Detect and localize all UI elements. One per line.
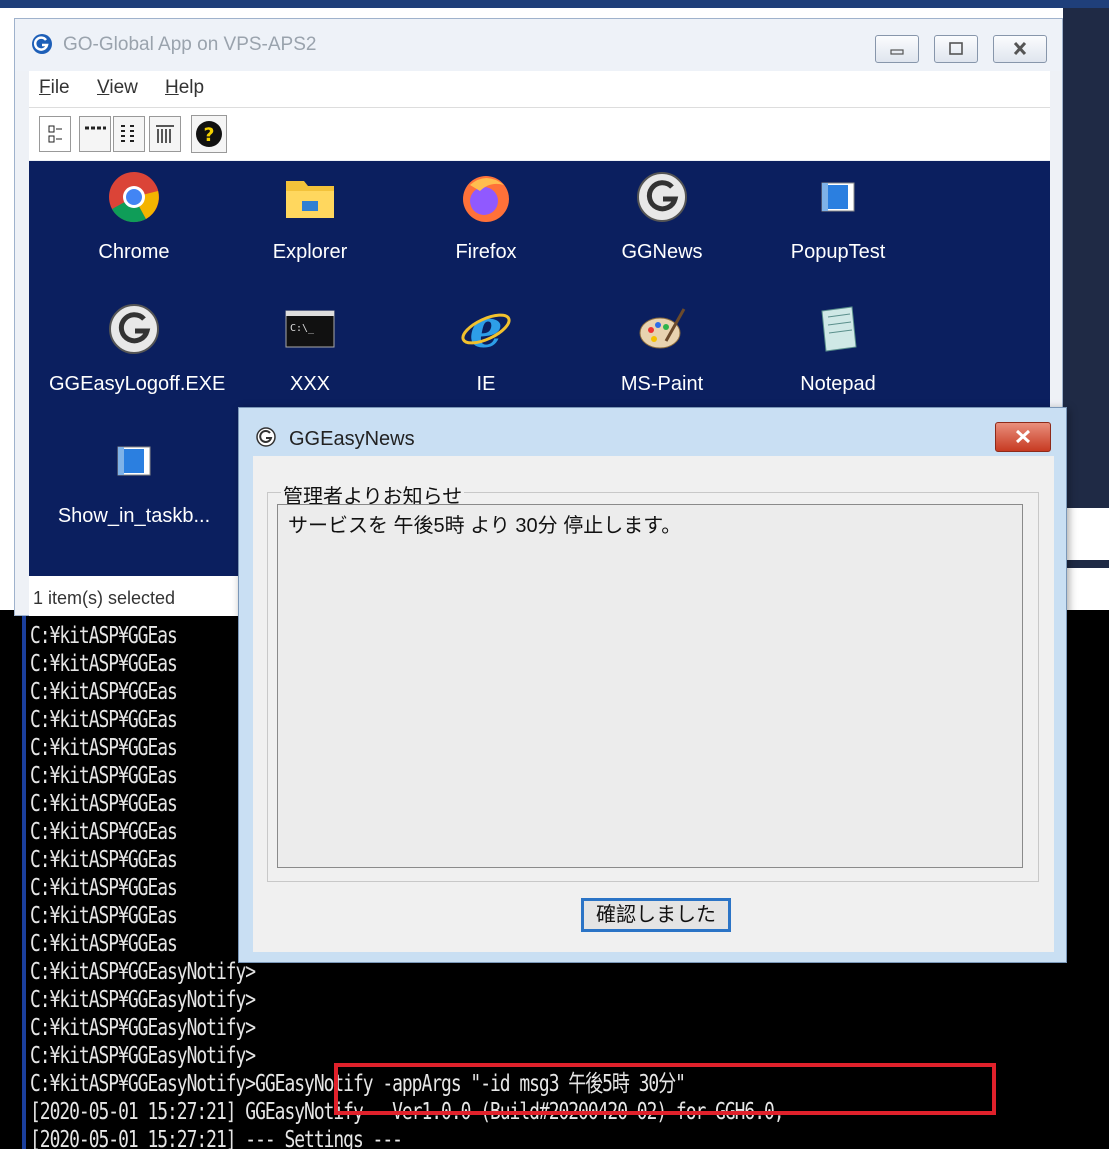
console-line: C:¥kitASP¥GGEas xyxy=(30,931,178,957)
app-label: Firefox xyxy=(455,241,517,263)
gg-app-icon xyxy=(256,427,276,447)
window-title: GO-Global App on VPS-APS2 xyxy=(63,34,317,55)
dialog-body: 管理者よりお知らせ サービスを 午後5時 より 30分 停止します。 確認しまし… xyxy=(253,456,1054,952)
notepad-icon xyxy=(821,306,857,352)
console-log-line: [2020-05-01 15:27:21] --- Settings --- xyxy=(30,1127,403,1149)
background-window-line xyxy=(1063,560,1109,568)
details-view-button[interactable] xyxy=(149,116,181,152)
app-label: IE xyxy=(476,373,496,395)
gg-app-icon xyxy=(637,172,687,222)
console-line: C:¥kitASP¥GGEasyNotify> xyxy=(30,1015,256,1041)
menu-help[interactable]: Help xyxy=(165,77,204,99)
app-label: Chrome xyxy=(98,241,170,263)
console-line: C:¥kitASP¥GGEas xyxy=(30,875,178,901)
large-icons-view-button[interactable] xyxy=(39,116,71,152)
dialog-close-button[interactable] xyxy=(995,422,1051,452)
app-label: PopupTest xyxy=(790,241,886,263)
confirm-button[interactable]: 確認しました xyxy=(581,898,731,932)
small-icons-view-button[interactable] xyxy=(79,116,111,152)
console-line: C:¥kitASP¥GGEas xyxy=(30,819,178,845)
menu-file-mnemonic: F xyxy=(39,77,51,98)
console-line: C:¥kitASP¥GGEas xyxy=(30,763,178,789)
console-line: C:¥kitASP¥GGEas xyxy=(30,651,178,677)
console-line: C:¥kitASP¥GGEas xyxy=(30,707,178,733)
app-label: Explorer xyxy=(272,241,348,263)
ggeasynews-dialog: GGEasyNews 管理者よりお知らせ サービスを 午後5時 より 30分 停… xyxy=(238,407,1067,963)
dialog-title: GGEasyNews xyxy=(289,428,415,450)
large-icons-view-icon xyxy=(48,125,62,143)
close-icon xyxy=(1013,41,1027,56)
window-app-icon xyxy=(117,446,151,476)
app-label: Show_in_taskb... xyxy=(57,505,211,527)
list-view-button[interactable] xyxy=(113,116,145,152)
help-icon: ? xyxy=(196,121,222,147)
help-button[interactable]: ? xyxy=(191,115,227,153)
firefox-icon xyxy=(463,176,509,222)
command-highlight-box xyxy=(334,1063,996,1115)
background-window-edge xyxy=(1063,8,1109,508)
console-line: C:¥kitASP¥GGEasyNotify> xyxy=(30,987,256,1013)
app-label: MS-Paint xyxy=(620,373,704,395)
menu-file[interactable]: File xyxy=(39,77,70,99)
svg-text:C:\_: C:\_ xyxy=(290,323,315,334)
menu-view-mnemonic: V xyxy=(97,77,110,98)
app-label: GGEasyLogoff.EXE xyxy=(49,373,226,395)
console-line: C:¥kitASP¥GGEas xyxy=(30,791,178,817)
app-label: XXX xyxy=(289,373,331,395)
go-global-logo-icon xyxy=(32,34,52,54)
menu-file-label: ile xyxy=(50,77,70,98)
folder-icon xyxy=(286,181,334,218)
app-label: Notepad xyxy=(800,373,876,395)
notice-message-box[interactable]: サービスを 午後5時 より 30分 停止します。 xyxy=(277,504,1023,868)
close-icon xyxy=(1015,429,1031,444)
status-text: 1 item(s) selected xyxy=(33,588,176,608)
details-view-icon xyxy=(156,125,174,143)
notice-message-text: サービスを 午後5時 より 30分 停止します。 xyxy=(288,515,682,537)
svg-text:e: e xyxy=(469,303,502,355)
console-line: C:¥kitASP¥GGEas xyxy=(30,903,178,929)
ie-icon: e xyxy=(461,303,511,355)
small-icons-view-icon xyxy=(85,126,106,130)
menu-bar: File View Help xyxy=(29,71,1050,107)
menu-view-label: iew xyxy=(109,77,138,98)
console-icon: C:\_ xyxy=(285,310,335,348)
gg-app-icon xyxy=(109,304,159,354)
console-line: C:¥kitASP¥GGEas xyxy=(30,735,178,761)
app-label: GGNews xyxy=(621,241,703,263)
chrome-icon xyxy=(109,172,159,223)
menu-help-mnemonic: H xyxy=(165,77,179,98)
window-app-icon xyxy=(821,182,855,212)
desktop-background xyxy=(0,0,1109,8)
toolbar: ? xyxy=(29,107,1050,160)
minimize-icon xyxy=(890,49,904,55)
list-view-icon xyxy=(121,125,134,142)
console-border xyxy=(22,610,26,1149)
menu-view[interactable]: View xyxy=(97,77,138,99)
maximize-icon xyxy=(949,42,963,55)
console-line: C:¥kitASP¥GGEas xyxy=(30,623,178,649)
minimize-button[interactable] xyxy=(875,35,919,63)
console-line: C:¥kitASP¥GGEasyNotify> xyxy=(30,1043,256,1069)
maximize-button[interactable] xyxy=(934,35,978,63)
svg-text:?: ? xyxy=(203,124,214,146)
console-line: C:¥kitASP¥GGEasyNotify> xyxy=(30,959,256,985)
menu-help-label: elp xyxy=(178,77,205,98)
close-button[interactable] xyxy=(993,35,1047,63)
paint-icon xyxy=(639,308,686,349)
title-bar[interactable]: GO-Global App on VPS-APS2 xyxy=(15,19,1062,71)
console-line: C:¥kitASP¥GGEas xyxy=(30,847,178,873)
console-line: C:¥kitASP¥GGEas xyxy=(30,679,178,705)
